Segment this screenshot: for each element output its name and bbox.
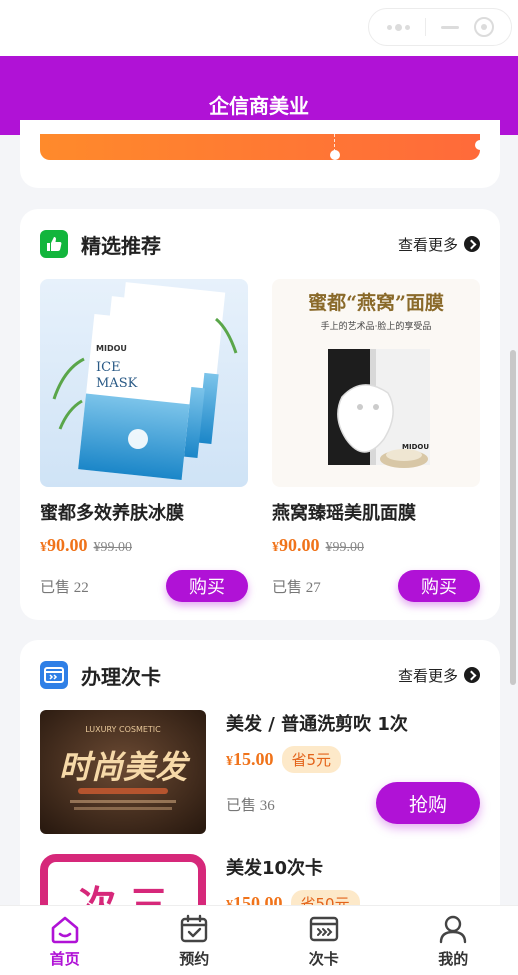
tab-cards[interactable]: 次卡 [259, 906, 389, 975]
close-target-icon[interactable] [473, 17, 494, 37]
fashion-hair-text: 时尚美发 [59, 748, 191, 786]
coupon-notch [330, 150, 340, 160]
coupon-strip[interactable] [40, 134, 485, 160]
tab-home[interactable]: 首页 [0, 906, 130, 975]
grab-button[interactable]: 抢购 [376, 782, 480, 824]
service-card-item[interactable]: LUXURY COSMETIC 时尚美发 美发 / 普通洗剪吹 1次 ¥15.0… [40, 710, 480, 834]
product-sold-count: 已售 22 [40, 579, 89, 596]
product-price: ¥90.00 [40, 535, 88, 555]
bird-nest-brand: MIDOU [402, 443, 429, 451]
product-price: ¥90.00 [272, 535, 320, 555]
save-badge: 省5元 [281, 746, 342, 773]
tab-booking[interactable]: 预约 [130, 906, 260, 975]
coupon-card [20, 120, 500, 188]
product-prices: ¥90.00 ¥99.00 [272, 535, 480, 556]
product-footer: 已售 22 购买 [40, 570, 248, 602]
luxury-label: LUXURY COSMETIC [85, 725, 161, 734]
bird-nest-headline: 蜜都“燕窝”面膜 [308, 291, 444, 314]
cards-title: 办理次卡 [81, 664, 161, 689]
buy-button[interactable]: 购买 [398, 570, 480, 602]
service-cards-section: 办理次卡 查看更多 LUXURY COSMETIC 时尚美发 美发 / 普通洗剪… [20, 640, 500, 975]
mini-program-capsule [368, 8, 512, 46]
product-image-bird-nest-mask[interactable]: 蜜都“燕窝”面膜 手上的艺术品·脸上的享受品 MIDOU [272, 279, 480, 487]
service-price-line: ¥15.00 省5元 [226, 746, 480, 773]
service-thumbnail[interactable]: LUXURY COSMETIC 时尚美发 [40, 710, 206, 834]
thumbs-up-icon [40, 230, 68, 258]
product-card[interactable]: MIDOU ICE MASK 蜜都多效养肤冰膜 ¥90.00 ¥99.00 已售… [40, 279, 248, 602]
product-image-ice-mask[interactable]: MIDOU ICE MASK [40, 279, 248, 487]
service-sold-count: 已售 36 [226, 798, 275, 814]
bottom-tab-bar: 首页 预约 次卡 我的 [0, 905, 518, 975]
capsule-divider [424, 18, 426, 36]
buy-button[interactable]: 购买 [166, 570, 248, 602]
scrollbar[interactable] [510, 350, 516, 685]
cards-more-label: 查看更多 [397, 666, 458, 685]
product-original-price: ¥99.00 [93, 540, 133, 555]
cards-header: 办理次卡 查看更多 [40, 660, 480, 690]
card-icon [40, 661, 68, 689]
featured-section: 精选推荐 查看更多 MIDOU ICE MASK 蜜都多效养肤冰膜 ¥90.00… [20, 209, 500, 620]
service-title[interactable]: 美发 / 普通洗剪吹 1次 [226, 710, 480, 736]
featured-title: 精选推荐 [81, 233, 161, 258]
app-frame: 企信商美业 精选推荐 查看更多 MIDOU ICE MASK 蜜都多效养肤冰膜 … [0, 0, 518, 975]
product-card[interactable]: 蜜都“燕窝”面膜 手上的艺术品·脸上的享受品 MIDOU 燕窝臻瑶美肌面膜 ¥9… [272, 279, 480, 602]
ice-mask-line2: MASK [96, 376, 138, 391]
tab-label: 预约 [179, 950, 210, 968]
tab-label: 我的 [438, 950, 469, 968]
product-name[interactable]: 燕窝臻瑶美肌面膜 [272, 499, 480, 525]
more-menu-icon[interactable] [386, 23, 410, 31]
coupon-notch-right [475, 140, 485, 150]
featured-more-link[interactable]: 查看更多 [398, 234, 480, 255]
card-icon [309, 916, 338, 942]
home-icon [51, 916, 79, 944]
tab-label: 首页 [49, 950, 80, 968]
tab-mine[interactable]: 我的 [389, 906, 518, 975]
bird-nest-subtitle: 手上的艺术品·脸上的享受品 [321, 320, 432, 332]
product-prices: ¥90.00 ¥99.00 [40, 535, 248, 556]
user-icon [440, 915, 467, 944]
chevron-right-icon [464, 667, 480, 683]
chevron-right-icon [464, 236, 480, 252]
ice-mask-line1: ICE [96, 360, 121, 375]
tab-label: 次卡 [308, 950, 339, 968]
featured-header: 精选推荐 查看更多 [40, 229, 480, 259]
service-price: ¥15.00 [226, 749, 274, 769]
product-original-price: ¥99.00 [325, 540, 365, 555]
service-title[interactable]: 美发10次卡 [226, 854, 480, 880]
ice-mask-brand: MIDOU [96, 344, 127, 353]
cards-more-link[interactable]: 查看更多 [398, 665, 480, 686]
minimize-icon[interactable] [440, 25, 459, 29]
product-name[interactable]: 蜜都多效养肤冰膜 [40, 499, 248, 525]
featured-more-label: 查看更多 [397, 235, 458, 254]
service-info: 美发 / 普通洗剪吹 1次 ¥15.00 省5元 已售 36 抢购 [226, 710, 480, 834]
product-sold-count: 已售 27 [272, 579, 321, 596]
top-bar [0, 0, 518, 56]
product-footer: 已售 27 购买 [272, 570, 480, 602]
calendar-icon [181, 914, 208, 943]
